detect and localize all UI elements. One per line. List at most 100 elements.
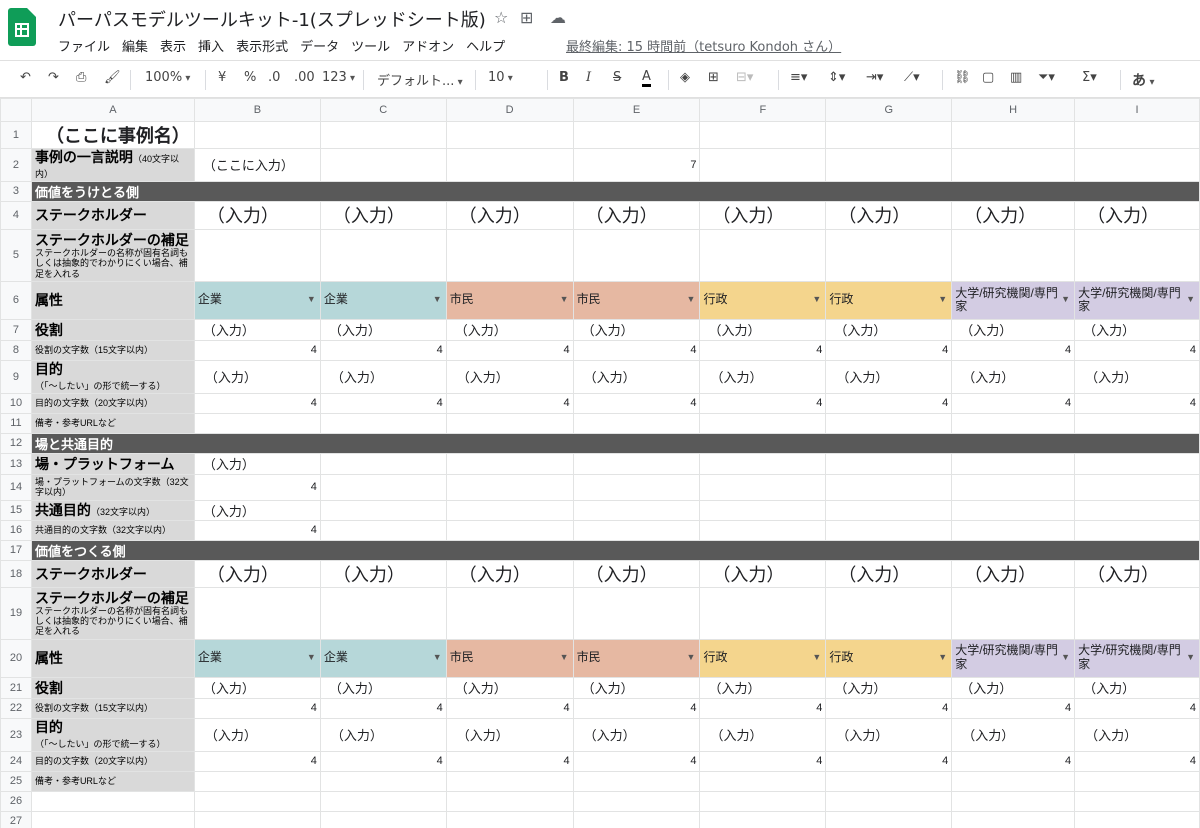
label-cell[interactable]: 場・プラットフォームの文字数（32文字以内） xyxy=(30,473,195,501)
empty-cell[interactable] xyxy=(572,228,701,282)
merge-cells-icon[interactable]: ⊟▾ xyxy=(736,70,753,85)
empty-cell[interactable] xyxy=(825,790,953,812)
sheets-logo-icon[interactable] xyxy=(8,8,36,46)
empty-cell[interactable] xyxy=(1074,228,1200,282)
zoom-select[interactable]: 100% xyxy=(145,70,190,85)
row-header[interactable]: 26 xyxy=(0,790,32,812)
row-header[interactable]: 11 xyxy=(0,412,32,434)
row-header[interactable]: 15 xyxy=(0,499,32,521)
menu-item[interactable]: 表示形式 xyxy=(236,36,288,56)
column-header[interactable]: B xyxy=(193,98,321,122)
empty-cell[interactable] xyxy=(951,499,1076,521)
input-cell[interactable]: （入力） xyxy=(572,676,701,699)
empty-cell[interactable] xyxy=(193,586,321,640)
row-header[interactable]: 19 xyxy=(0,586,32,640)
empty-cell[interactable] xyxy=(825,473,953,501)
count-cell[interactable]: 4 xyxy=(319,392,447,414)
count-cell[interactable]: 4 xyxy=(1074,697,1200,719)
vertical-align-icon[interactable]: ⇕▾ xyxy=(828,70,845,85)
select-all-corner[interactable] xyxy=(0,98,32,122)
move-folder-icon[interactable]: ⊞ xyxy=(520,8,533,27)
last-edit-link[interactable]: 最終編集: 15 時間前（tetsuro Kondoh さん） xyxy=(566,36,841,55)
count-cell[interactable]: 4 xyxy=(699,392,827,414)
empty-cell[interactable] xyxy=(445,148,574,182)
category-select[interactable]: 大学/研究機関/専門家 ▼ xyxy=(1074,280,1200,320)
row-header[interactable]: 16 xyxy=(0,519,32,541)
count-cell[interactable]: 4 xyxy=(1074,339,1200,361)
input-cell[interactable]: （入力） xyxy=(825,676,953,699)
empty-cell[interactable] xyxy=(319,810,447,828)
label-cell[interactable]: ステークホルダーの補足 ステークホルダーの名称が固有名詞もしくは抽象的でわかりにく… xyxy=(30,586,195,640)
empty-cell[interactable] xyxy=(445,519,574,541)
row-header[interactable]: 7 xyxy=(0,318,32,341)
empty-cell[interactable] xyxy=(319,790,447,812)
redo-icon[interactable]: ↷ xyxy=(48,70,59,85)
column-header[interactable]: D xyxy=(445,98,574,122)
empty-cell[interactable] xyxy=(825,148,953,182)
label-cell[interactable]: 場・プラットフォーム xyxy=(30,452,195,475)
count-cell[interactable]: 4 xyxy=(572,750,701,772)
empty-cell[interactable] xyxy=(951,412,1076,434)
input-cell[interactable]: （入力） xyxy=(951,318,1076,341)
empty-cell[interactable] xyxy=(319,148,447,182)
empty-cell[interactable] xyxy=(319,228,447,282)
input-cell[interactable]: （入力） xyxy=(193,200,321,230)
input-cell[interactable]: （入力） xyxy=(1074,717,1200,752)
input-cell[interactable]: （入力） xyxy=(825,717,953,752)
count-cell[interactable]: 4 xyxy=(825,750,953,772)
row-header[interactable]: 20 xyxy=(0,638,32,678)
empty-cell[interactable] xyxy=(445,412,574,434)
empty-cell[interactable] xyxy=(193,412,321,434)
label-cell[interactable]: 目的 （「〜したい」の形で統一する） xyxy=(30,717,195,752)
count-cell[interactable]: 4 xyxy=(193,392,321,414)
fill-color-icon[interactable]: ◈ xyxy=(680,70,690,85)
empty-cell[interactable] xyxy=(1074,148,1200,182)
count-cell[interactable]: 4 xyxy=(193,750,321,772)
font-select[interactable]: デフォルト... xyxy=(377,70,463,89)
empty-cell[interactable] xyxy=(951,148,1076,182)
empty-cell[interactable] xyxy=(951,810,1076,828)
row-header[interactable]: 25 xyxy=(0,770,32,792)
input-cell[interactable]: （入力） xyxy=(1074,318,1200,341)
column-header[interactable]: A xyxy=(30,98,195,122)
category-select[interactable]: 市民 ▼ xyxy=(572,280,701,320)
input-cell[interactable]: （入力） xyxy=(319,359,447,394)
input-cell[interactable]: （入力） xyxy=(572,559,701,588)
document-title[interactable]: パーパスモデルツールキット-1(スプレッドシート版) xyxy=(58,6,486,32)
more-formats-select[interactable]: 123 xyxy=(322,70,355,85)
text-wrap-icon[interactable]: ⇥▾ xyxy=(866,70,883,85)
input-cell[interactable]: （入力） xyxy=(319,676,447,699)
label-cell[interactable]: 属性 xyxy=(30,638,195,678)
label-cell[interactable]: 属性 xyxy=(30,280,195,320)
empty-cell[interactable] xyxy=(699,412,827,434)
empty-cell[interactable] xyxy=(445,499,574,521)
input-cell[interactable]: （入力） xyxy=(1074,200,1200,230)
empty-cell[interactable] xyxy=(951,790,1076,812)
input-cell[interactable]: （入力） xyxy=(825,318,953,341)
empty-cell[interactable] xyxy=(319,499,447,521)
empty-cell[interactable] xyxy=(951,770,1076,792)
count-cell[interactable]: 4 xyxy=(572,392,701,414)
row-header[interactable]: 6 xyxy=(0,280,32,320)
empty-cell[interactable] xyxy=(1074,519,1200,541)
label-cell[interactable]: 備考・参考URLなど xyxy=(30,412,195,434)
empty-cell[interactable] xyxy=(445,452,574,475)
empty-cell[interactable] xyxy=(193,121,321,149)
empty-cell[interactable] xyxy=(319,519,447,541)
menu-item[interactable]: ヘルプ xyxy=(466,36,505,56)
input-cell[interactable]: （入力） xyxy=(445,559,574,588)
print-icon[interactable]: ⎙ xyxy=(76,70,86,85)
count-cell[interactable]: 4 xyxy=(445,392,574,414)
empty-cell[interactable] xyxy=(445,790,574,812)
category-select[interactable]: 大学/研究機関/専門家 ▼ xyxy=(951,638,1076,678)
input-cell[interactable]: （入力） xyxy=(699,676,827,699)
star-icon[interactable]: ☆ xyxy=(494,8,508,27)
count-cell[interactable]: 4 xyxy=(319,750,447,772)
cloud-status-icon[interactable]: ☁ xyxy=(550,8,566,27)
empty-cell[interactable] xyxy=(951,586,1076,640)
input-cell[interactable]: （入力） xyxy=(193,499,321,521)
row-header[interactable]: 21 xyxy=(0,676,32,699)
menu-item[interactable]: 表示 xyxy=(160,36,186,56)
empty-cell[interactable] xyxy=(572,452,701,475)
empty-cell[interactable] xyxy=(445,586,574,640)
